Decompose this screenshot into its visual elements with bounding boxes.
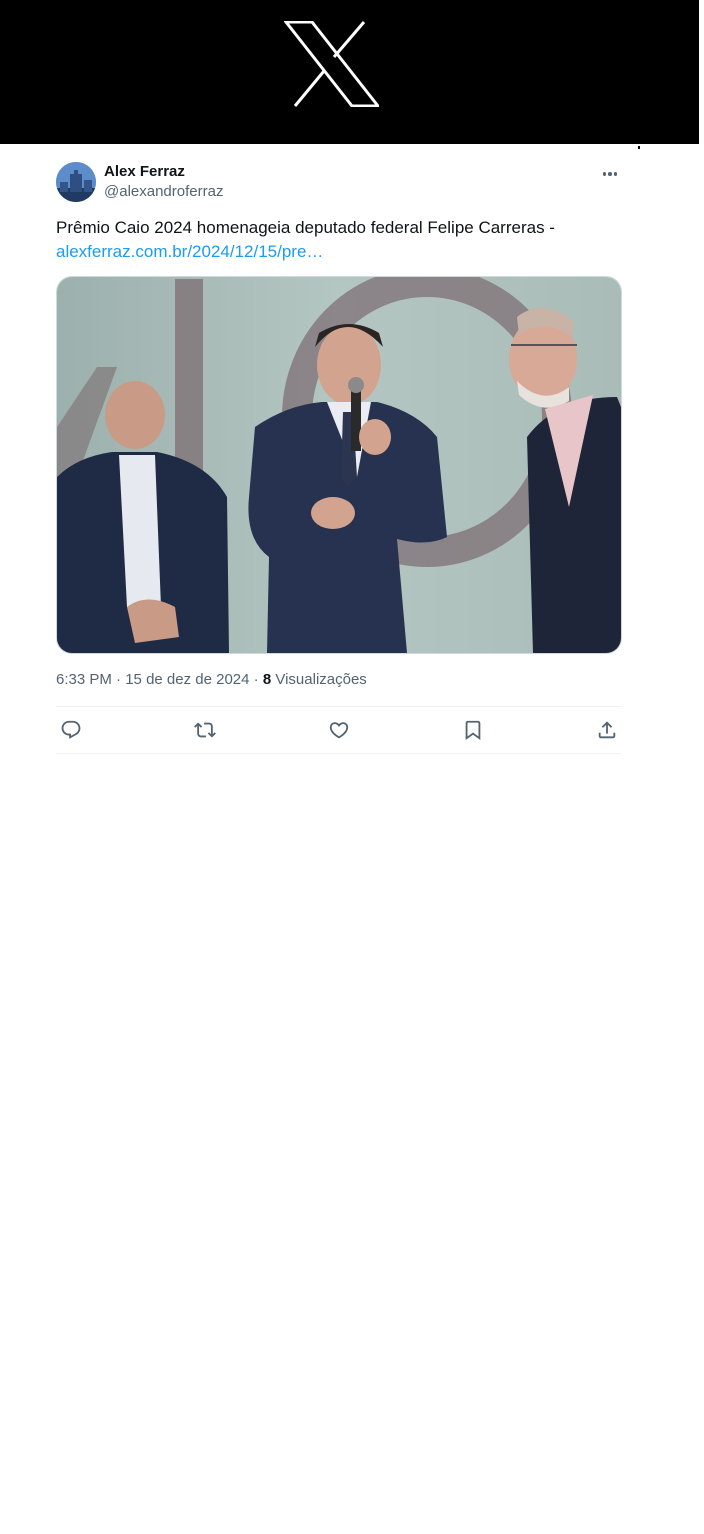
photo-image <box>57 277 621 653</box>
tweet-text: Prêmio Caio 2024 homenageia deputado fed… <box>56 216 622 264</box>
tweet-body: Prêmio Caio 2024 homenageia deputado fed… <box>56 218 555 237</box>
tweet-time[interactable]: 6:33 PM <box>56 671 112 688</box>
like-button[interactable] <box>328 719 350 741</box>
tweet: Alex Ferraz @alexandroferraz Prêmio Caio… <box>56 144 622 754</box>
bookmark-icon <box>465 720 481 741</box>
tweet-link[interactable]: alexferraz.com.br/2024/12/15/pre… <box>56 240 622 264</box>
tweet-date[interactable]: 15 de dez de 2024 <box>125 671 249 688</box>
top-banner <box>0 0 699 144</box>
views-label: Visualizações <box>275 671 367 688</box>
tweet-photo[interactable] <box>56 276 622 654</box>
reply-button[interactable] <box>60 719 82 741</box>
bookmark-button[interactable] <box>462 719 484 741</box>
meta-separator: · <box>253 671 259 688</box>
author-name[interactable]: Alex Ferraz <box>104 162 223 182</box>
tweet-header: Alex Ferraz @alexandroferraz <box>56 144 622 206</box>
views-count: 8 <box>262 671 272 688</box>
author-info: Alex Ferraz @alexandroferraz <box>104 162 223 202</box>
like-icon <box>329 722 349 739</box>
meta-separator: · <box>116 671 122 688</box>
share-button[interactable] <box>596 719 618 741</box>
more-options-icon[interactable] <box>598 164 622 184</box>
divider-mark <box>638 146 640 149</box>
tweet-actions <box>56 706 622 754</box>
share-icon <box>598 721 616 739</box>
tweet-meta: 6:33 PM · 15 de dez de 2024 · 8 Visualiz… <box>56 670 622 690</box>
retweet-button[interactable] <box>194 719 216 741</box>
retweet-icon <box>194 722 216 738</box>
x-logo-icon <box>284 21 379 107</box>
reply-icon <box>61 720 81 739</box>
author-handle[interactable]: @alexandroferraz <box>104 182 223 202</box>
avatar[interactable] <box>56 162 96 202</box>
